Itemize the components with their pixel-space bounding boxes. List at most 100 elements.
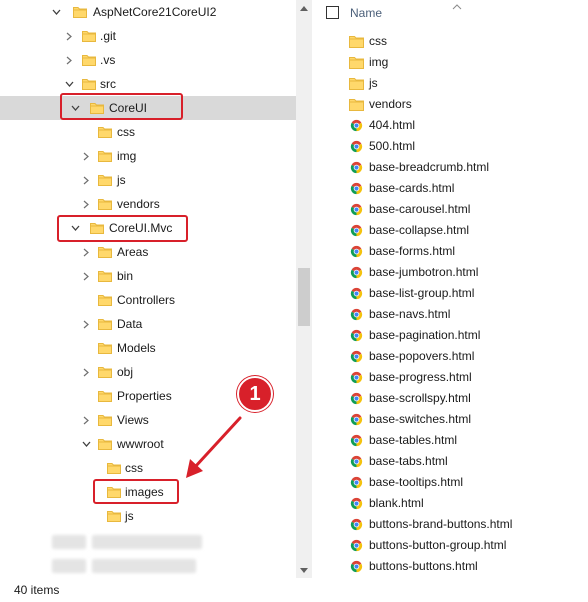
file-list-item[interactable]: 404.html bbox=[312, 115, 588, 136]
tree-item[interactable]: .git bbox=[0, 24, 296, 48]
file-name: base-jumbotron.html bbox=[369, 265, 479, 279]
file-list-item[interactable]: base-popovers.html bbox=[312, 346, 588, 367]
file-list-item[interactable]: base-collapse.html bbox=[312, 220, 588, 241]
scroll-down-arrow-icon[interactable] bbox=[296, 562, 312, 578]
file-list-item[interactable]: base-breadcrumb.html bbox=[312, 157, 588, 178]
chevron-right-icon[interactable] bbox=[80, 192, 92, 216]
select-all-checkbox[interactable] bbox=[326, 6, 339, 19]
chrome-html-icon bbox=[349, 223, 364, 238]
step-number-badge: 1 bbox=[237, 376, 273, 412]
sort-chevron-icon[interactable] bbox=[452, 0, 462, 14]
tree-item[interactable]: .vs bbox=[0, 48, 296, 72]
tree-item[interactable]: img bbox=[0, 144, 296, 168]
tree-item-label: js bbox=[117, 173, 126, 187]
chevron-right-icon[interactable] bbox=[80, 168, 92, 192]
file-list-item[interactable]: base-tooltips.html bbox=[312, 472, 588, 493]
tree-item-label: Controllers bbox=[117, 293, 176, 307]
chevron-right-icon[interactable] bbox=[80, 360, 92, 384]
folder-icon bbox=[98, 389, 112, 403]
folder-list-item[interactable]: css bbox=[312, 31, 588, 52]
file-list-item[interactable]: base-pagination.html bbox=[312, 325, 588, 346]
chrome-html-icon bbox=[349, 538, 364, 553]
chevron-right-icon[interactable] bbox=[63, 48, 75, 72]
tree-item-label: Data bbox=[117, 317, 143, 331]
chrome-html-icon bbox=[349, 391, 364, 406]
tree-item-label: vendors bbox=[117, 197, 160, 211]
file-name: buttons-buttons.html bbox=[369, 559, 478, 573]
file-list-item[interactable]: base-switches.html bbox=[312, 409, 588, 430]
file-list-item[interactable]: base-scrollspy.html bbox=[312, 388, 588, 409]
tree-item[interactable]: Data bbox=[0, 312, 296, 336]
file-name: base-popovers.html bbox=[369, 349, 475, 363]
chevron-right-icon[interactable] bbox=[63, 24, 75, 48]
file-list-item[interactable]: buttons-button-group.html bbox=[312, 535, 588, 556]
file-name: base-breadcrumb.html bbox=[369, 160, 490, 174]
chevron-right-icon[interactable] bbox=[80, 240, 92, 264]
chrome-html-icon bbox=[349, 559, 364, 574]
file-list-pane[interactable]: Name css img js vendors 404.html 500.html base… bbox=[312, 0, 588, 578]
tree-item-label: css bbox=[125, 461, 143, 475]
chevron-right-icon[interactable] bbox=[80, 408, 92, 432]
tree-item[interactable]: Controllers bbox=[0, 288, 296, 312]
file-list-item[interactable]: buttons-buttons.html bbox=[312, 556, 588, 577]
folder-icon bbox=[82, 29, 96, 43]
file-list-item[interactable]: base-carousel.html bbox=[312, 199, 588, 220]
redacted-tree-item bbox=[52, 559, 202, 573]
tree-item[interactable]: bin bbox=[0, 264, 296, 288]
chevron-right-icon[interactable] bbox=[80, 264, 92, 288]
tree-item[interactable]: Models bbox=[0, 336, 296, 360]
tree-item-label: img bbox=[117, 149, 137, 163]
file-list-item[interactable]: base-forms.html bbox=[312, 241, 588, 262]
file-list-item[interactable]: base-navs.html bbox=[312, 304, 588, 325]
file-list-item[interactable]: 500.html bbox=[312, 136, 588, 157]
name-column-header[interactable]: Name bbox=[350, 0, 382, 26]
folder-icon bbox=[82, 53, 96, 67]
scroll-up-arrow-icon[interactable] bbox=[296, 0, 312, 16]
coreui-highlight-box bbox=[60, 93, 183, 120]
tree-item-label: Properties bbox=[117, 389, 172, 403]
chrome-html-icon bbox=[349, 139, 364, 154]
nav-scrollbar[interactable] bbox=[296, 0, 312, 578]
file-name: buttons-button-group.html bbox=[369, 538, 507, 552]
folder-icon bbox=[98, 341, 112, 355]
tree-item[interactable]: vendors bbox=[0, 192, 296, 216]
folder-icon bbox=[98, 293, 112, 307]
tree-item-label: .vs bbox=[100, 53, 116, 67]
file-name: 404.html bbox=[369, 118, 416, 132]
file-list-item[interactable]: base-tabs.html bbox=[312, 451, 588, 472]
chrome-html-icon bbox=[349, 370, 364, 385]
file-list-item[interactable]: base-tables.html bbox=[312, 430, 588, 451]
tree-item[interactable]: js bbox=[0, 168, 296, 192]
folder-icon bbox=[98, 149, 112, 163]
folder-icon bbox=[349, 76, 364, 91]
file-name: base-carousel.html bbox=[369, 202, 471, 216]
folder-list-item[interactable]: vendors bbox=[312, 94, 588, 115]
chevron-right-icon[interactable] bbox=[80, 312, 92, 336]
file-list-item[interactable]: blank.html bbox=[312, 493, 588, 514]
chevron-down-icon[interactable] bbox=[80, 432, 92, 456]
file-list-item[interactable]: base-progress.html bbox=[312, 367, 588, 388]
tree-item[interactable]: wwwroot bbox=[0, 432, 296, 456]
tree-item-label: Views bbox=[117, 413, 149, 427]
chevron-down-icon[interactable] bbox=[50, 0, 62, 24]
file-name: base-tables.html bbox=[369, 433, 458, 447]
chevron-right-icon[interactable] bbox=[80, 144, 92, 168]
folder-list-item[interactable]: img bbox=[312, 52, 588, 73]
folder-list-item[interactable]: js bbox=[312, 73, 588, 94]
chrome-html-icon bbox=[349, 286, 364, 301]
column-header: Name bbox=[312, 0, 588, 26]
tree-item[interactable]: AspNetCore21CoreUI2 bbox=[0, 0, 296, 24]
file-list-item[interactable]: base-cards.html bbox=[312, 178, 588, 199]
file-list-item[interactable]: base-jumbotron.html bbox=[312, 262, 588, 283]
file-list-item[interactable]: base-list-group.html bbox=[312, 283, 588, 304]
tree-item[interactable]: Areas bbox=[0, 240, 296, 264]
file-list-item[interactable]: buttons-brand-buttons.html bbox=[312, 514, 588, 535]
file-name: base-navs.html bbox=[369, 307, 451, 321]
tree-item[interactable]: css bbox=[0, 120, 296, 144]
tree-item[interactable]: css bbox=[0, 456, 296, 480]
file-name: 500.html bbox=[369, 139, 416, 153]
scrollbar-thumb[interactable] bbox=[298, 268, 310, 326]
tree-item-label: js bbox=[125, 509, 134, 523]
tree-item[interactable]: js bbox=[0, 504, 296, 528]
folder-icon bbox=[349, 34, 364, 49]
